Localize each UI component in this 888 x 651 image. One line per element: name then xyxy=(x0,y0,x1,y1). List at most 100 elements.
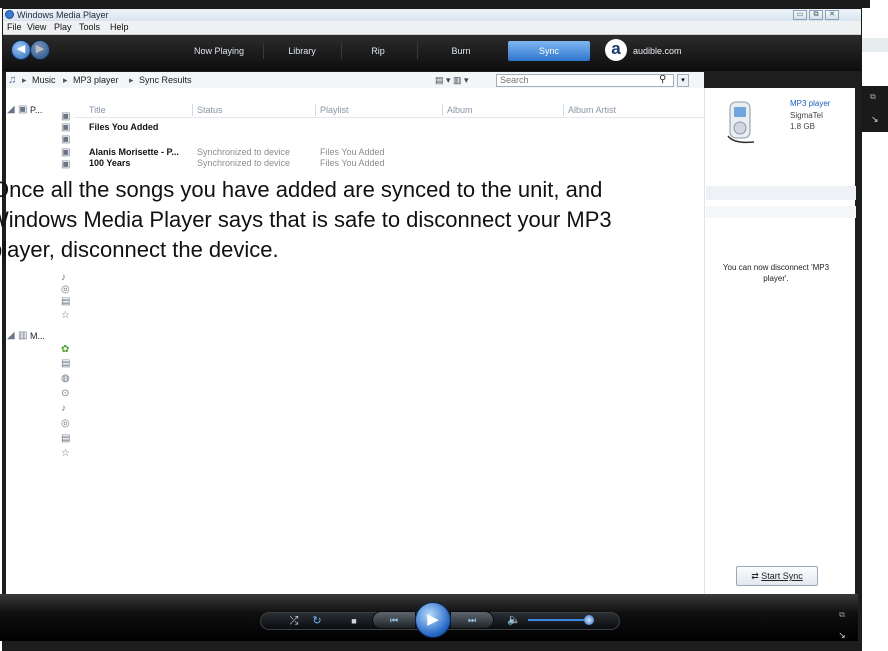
tab-library[interactable]: Library xyxy=(267,41,337,61)
title-bar: Windows Media Player ▭ ⧉ ✕ xyxy=(3,9,861,21)
background-window-edge xyxy=(862,38,888,52)
group-header: Files You Added xyxy=(89,122,159,132)
artist-icon[interactable]: ▤ xyxy=(61,358,70,370)
menu-tools[interactable]: Tools xyxy=(79,21,100,34)
disconnect-message: You can now disconnect 'MP3 player'. xyxy=(722,263,830,283)
favorites-icon[interactable]: ☆ xyxy=(61,448,70,460)
breadcrumb-arrow-icon: ▸ xyxy=(63,75,68,85)
device-name[interactable]: MP3 player xyxy=(790,98,830,109)
start-sync-label: Start Sync xyxy=(761,571,803,581)
column-album[interactable]: Album xyxy=(447,104,473,116)
menu-help[interactable]: Help xyxy=(110,21,129,34)
tab-rip[interactable]: Rip xyxy=(345,41,411,61)
search-box[interactable] xyxy=(496,74,674,87)
column-playlist[interactable]: Playlist xyxy=(320,104,349,116)
switch-view-icon[interactable]: ⧉ xyxy=(836,608,848,622)
recently-added-icon[interactable]: ✿ xyxy=(61,344,69,356)
maximize-button[interactable]: ⧉ xyxy=(809,10,823,20)
search-dropdown-button[interactable]: ▾ xyxy=(677,74,689,87)
sync-list-subheader[interactable] xyxy=(706,206,856,218)
breadcrumb-music[interactable]: Music xyxy=(32,72,56,88)
playlist-icon[interactable]: ▣ xyxy=(61,159,70,171)
repeat-icon[interactable]: ↻ xyxy=(310,614,324,628)
column-album-artist[interactable]: Album Artist xyxy=(568,104,616,116)
online-store-label[interactable]: audible.com xyxy=(633,41,682,61)
mute-icon[interactable]: 🔈 xyxy=(506,613,522,627)
tab-burn[interactable]: Burn xyxy=(421,41,501,61)
main-toolbar: ◀ ▶ Now Playing Library Rip Burn Sync a … xyxy=(3,35,861,71)
column-divider[interactable] xyxy=(192,104,193,116)
playlist-icon[interactable]: ▣ xyxy=(61,147,70,159)
row-status[interactable]: Synchronized to device xyxy=(197,147,290,158)
sync-pane xyxy=(704,88,855,594)
menu-play[interactable]: Play xyxy=(54,21,72,34)
device-icon[interactable]: ▥ xyxy=(18,330,27,342)
column-divider[interactable] xyxy=(563,104,564,116)
stop-icon[interactable]: ■ xyxy=(347,614,361,628)
tree-item-playlists[interactable]: P... xyxy=(30,104,42,116)
breadcrumb-device[interactable]: MP3 player xyxy=(73,72,119,88)
volume-knob[interactable] xyxy=(584,615,594,625)
next-button[interactable]: ⏭ xyxy=(450,611,494,629)
playlist-icon[interactable]: ▣ xyxy=(61,134,70,146)
year-icon[interactable]: ◎ xyxy=(61,418,70,430)
background-resize-icon: ↘ xyxy=(871,114,879,124)
sync-list-header[interactable] xyxy=(706,186,856,200)
artist-icon[interactable]: ♪ xyxy=(61,272,66,284)
row-title[interactable]: 100 Years xyxy=(89,158,130,169)
forward-button[interactable]: ▶ xyxy=(30,40,50,60)
breadcrumb-sync-results[interactable]: Sync Results xyxy=(139,72,192,88)
album-icon[interactable]: ◍ xyxy=(61,373,70,385)
music-note-icon: ♫ xyxy=(8,74,17,86)
menu-bar: File View Play Tools Help xyxy=(3,21,861,35)
play-button[interactable]: ▶ xyxy=(415,602,451,638)
previous-button[interactable]: ⏮ xyxy=(372,611,416,629)
row-status[interactable]: Synchronized to device xyxy=(197,158,290,169)
device-capacity: 1.8 GB xyxy=(790,122,815,131)
playlist-icon[interactable]: ▣ xyxy=(61,122,70,134)
tab-separator xyxy=(263,43,264,59)
column-status[interactable]: Status xyxy=(197,104,223,116)
background-window-icon: ⧉ xyxy=(870,92,876,101)
row-playlist[interactable]: Files You Added xyxy=(320,147,385,158)
expand-icon[interactable]: ◢ xyxy=(7,104,15,116)
tab-sync[interactable]: Sync xyxy=(508,41,590,61)
breadcrumb-arrow-icon[interactable]: ▸ xyxy=(22,72,27,88)
menu-view[interactable]: View xyxy=(27,21,46,34)
row-title[interactable]: Alanis Morisette - P... xyxy=(89,147,179,158)
tab-separator xyxy=(341,43,342,59)
back-button[interactable]: ◀ xyxy=(11,40,31,60)
caption-line: Windows Media Player says that is safe t… xyxy=(0,207,612,232)
start-sync-button[interactable]: ⇄ Start Sync xyxy=(736,566,818,586)
volume-slider[interactable] xyxy=(528,619,588,621)
tab-now-playing[interactable]: Now Playing xyxy=(179,41,259,61)
audible-logo-icon[interactable]: a xyxy=(605,39,627,61)
resize-grip-icon[interactable]: ↘ xyxy=(836,628,848,642)
expand-icon[interactable]: ◢ xyxy=(7,330,15,342)
search-icon[interactable]: ⚲ xyxy=(659,74,666,85)
songs-icon[interactable]: ⊙ xyxy=(61,388,69,400)
shuffle-icon[interactable]: ⤮ xyxy=(287,614,301,628)
column-title[interactable]: Title xyxy=(89,104,106,116)
genre-icon[interactable]: ▤ xyxy=(61,296,70,308)
close-button[interactable]: ✕ xyxy=(825,10,839,20)
genre-icon[interactable]: ♪ xyxy=(61,403,66,415)
window-title: Windows Media Player xyxy=(17,10,109,20)
column-divider[interactable] xyxy=(442,104,443,116)
sync-icon: ⇄ xyxy=(751,571,762,581)
minimize-button[interactable]: ▭ xyxy=(793,10,807,20)
album-icon[interactable]: ◎ xyxy=(61,284,70,296)
tab-separator xyxy=(417,43,418,59)
view-options-icon[interactable]: ▤ ▾ ▥ ▾ xyxy=(435,75,469,86)
playlist-icon[interactable]: ▣ xyxy=(18,104,27,116)
caption-line: player, disconnect the device. xyxy=(0,237,279,262)
column-divider[interactable] xyxy=(315,104,316,116)
menu-file[interactable]: File xyxy=(7,21,22,34)
search-input[interactable] xyxy=(500,75,650,86)
rating-icon[interactable]: ☆ xyxy=(61,310,70,322)
tree-item-device[interactable]: M... xyxy=(30,330,45,342)
caption-line: Once all the songs you have added are sy… xyxy=(0,177,603,202)
wmp-logo-icon xyxy=(5,10,14,19)
rating-icon[interactable]: ▤ xyxy=(61,433,70,445)
row-playlist[interactable]: Files You Added xyxy=(320,158,385,169)
